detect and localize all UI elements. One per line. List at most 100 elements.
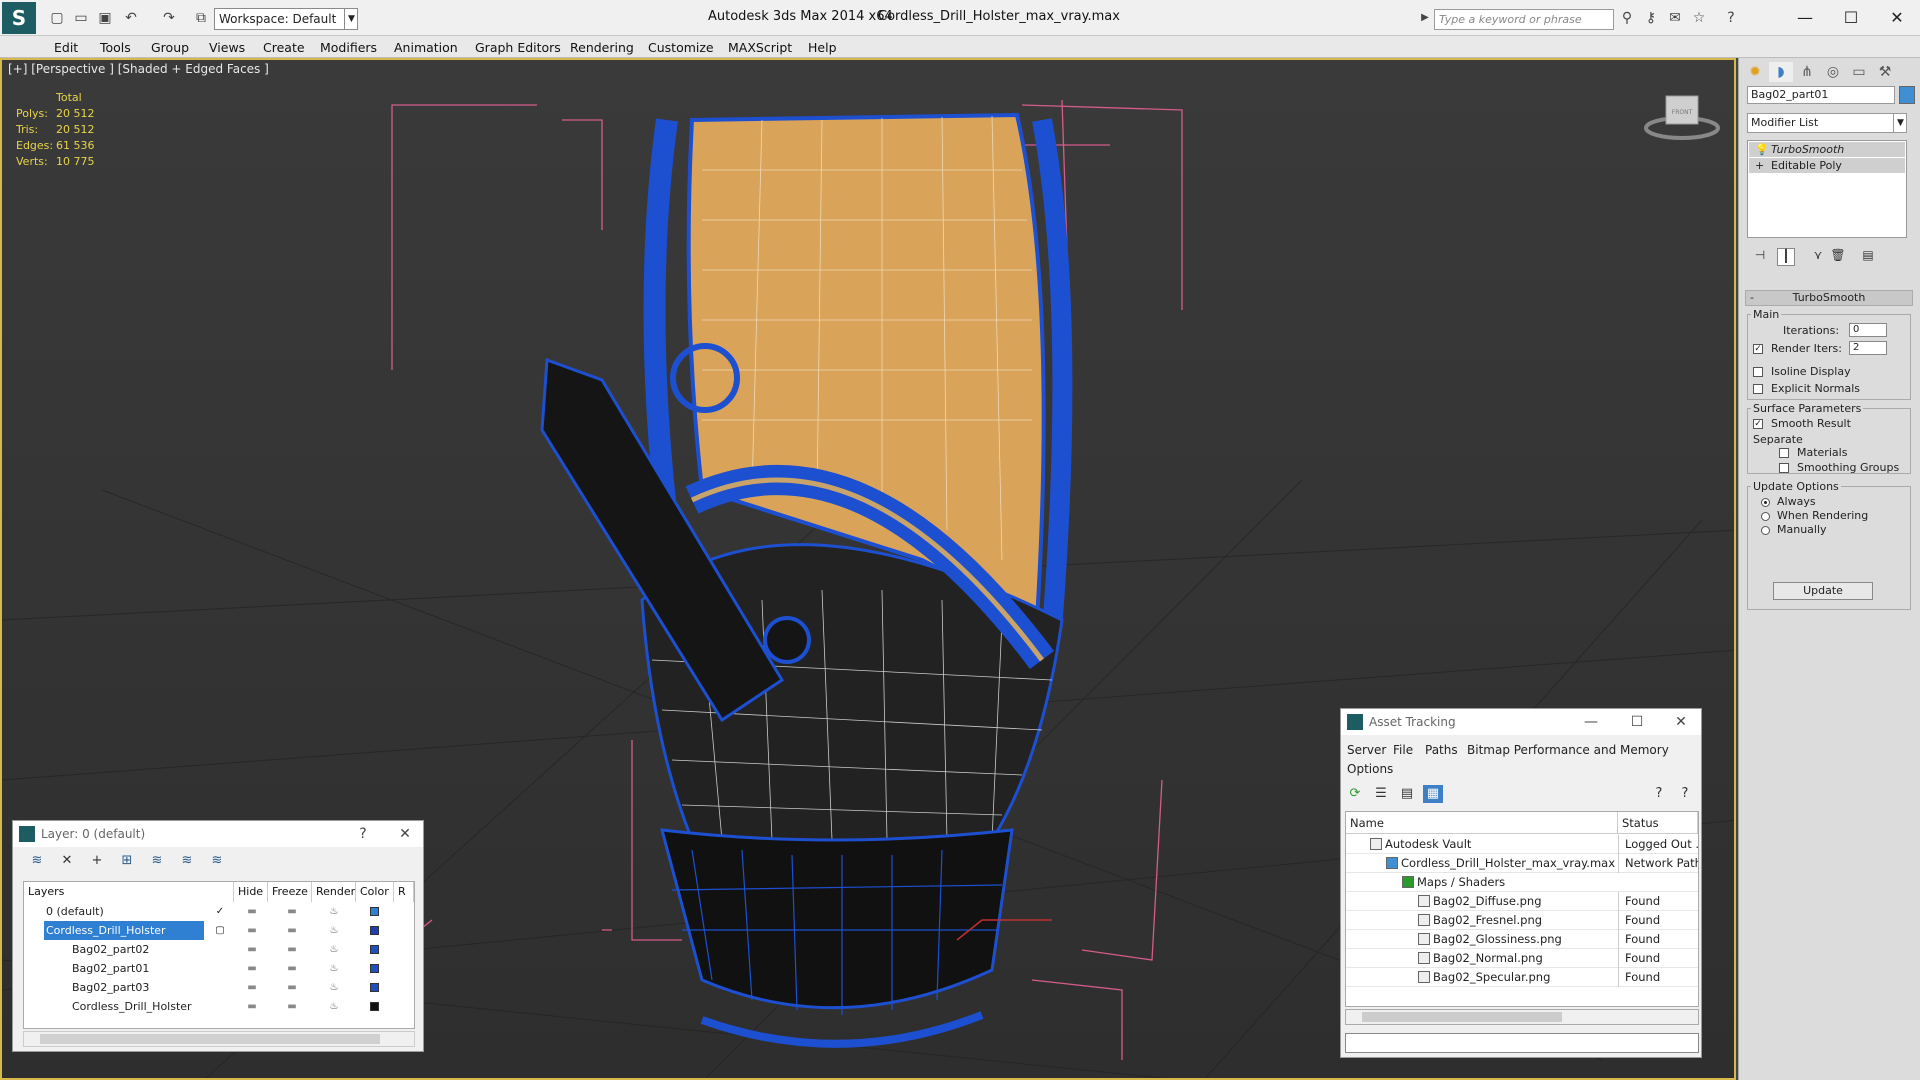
materials-checkbox[interactable] (1779, 448, 1789, 458)
communication-icon[interactable]: ✉ (1666, 9, 1684, 27)
render-teapot-icon[interactable]: ♨ (324, 902, 344, 921)
update-button[interactable]: Update (1773, 582, 1873, 600)
stack-item-editable-poly[interactable]: + Editable Poly (1749, 158, 1905, 173)
menu-views[interactable]: Views (209, 40, 245, 55)
menu-edit[interactable]: Edit (54, 40, 78, 55)
layer-object-name[interactable]: Cordless_Drill_Holster (70, 997, 192, 1016)
menu-customize[interactable]: Customize (648, 40, 714, 55)
asset-row[interactable]: Cordless_Drill_Holster_max_vray.max Netw… (1346, 854, 1698, 873)
chevron-down-icon[interactable]: ▼ (1893, 113, 1907, 133)
layer-object-name[interactable]: Bag02_part03 (70, 978, 149, 997)
menu-modifiers[interactable]: Modifiers (320, 40, 377, 55)
render-teapot-icon[interactable]: ♨ (324, 978, 344, 997)
freeze-toggle[interactable]: ▬ (282, 997, 302, 1016)
scrollbar-thumb[interactable] (1362, 1012, 1562, 1022)
hierarchy-tab-icon[interactable]: ⋔ (1795, 62, 1819, 82)
collapse-icon[interactable]: - (1750, 291, 1754, 305)
column-name[interactable]: Name (1346, 812, 1618, 834)
asset-menu-file[interactable]: File (1393, 743, 1413, 757)
asset-row[interactable]: Bag02_Glossiness.png Found (1346, 930, 1698, 949)
menu-graph-editors[interactable]: Graph Editors (475, 40, 561, 55)
minimize-button[interactable]: — (1581, 709, 1601, 735)
viewport-label[interactable]: [+] [Perspective ] [Shaded + Edged Faces… (8, 62, 269, 76)
scrollbar-thumb[interactable] (40, 1034, 380, 1044)
smooth-result-checkbox[interactable]: ✓ (1753, 419, 1763, 429)
layer-name[interactable]: Cordless_Drill_Holster (44, 921, 204, 940)
smoothing-groups-checkbox[interactable] (1779, 463, 1789, 473)
layer-color-swatch[interactable] (370, 983, 379, 992)
viewcube-icon[interactable]: FRONT (1642, 90, 1722, 142)
layer-color-swatch[interactable] (370, 1002, 379, 1011)
help-button[interactable]: ? (353, 821, 373, 847)
asset-row[interactable]: Autodesk Vault Logged Out ... (1346, 835, 1698, 854)
render-teapot-icon[interactable]: ♨ (324, 959, 344, 978)
menu-group[interactable]: Group (151, 40, 189, 55)
asset-row[interactable]: Bag02_Fresnel.png Found (1346, 911, 1698, 930)
layer-row[interactable]: Bag02_part01 ▬ ▬ ♨ (24, 959, 414, 978)
save-file-icon[interactable]: ▣ (96, 9, 114, 27)
remove-modifier-icon[interactable]: 🗑 (1829, 248, 1847, 266)
isoline-display-checkbox[interactable] (1753, 367, 1763, 377)
asset-help-icon[interactable]: ? (1649, 785, 1669, 803)
list-view-icon[interactable]: ☰ (1371, 785, 1391, 803)
configure-sets-icon[interactable]: ▤ (1859, 248, 1877, 266)
asset-menu-paths[interactable]: Paths (1425, 743, 1458, 757)
open-file-icon[interactable]: ▭ (72, 9, 90, 27)
hide-toggle[interactable]: ▬ (242, 902, 262, 921)
column-layers[interactable]: Layers (24, 882, 234, 902)
layer-color-swatch[interactable] (370, 945, 379, 954)
column-color[interactable]: Color (356, 882, 394, 902)
motion-tab-icon[interactable]: ◎ (1821, 62, 1845, 82)
key-icon[interactable]: ⚷ (1642, 9, 1660, 27)
hide-toggle[interactable]: ▬ (242, 959, 262, 978)
hide-toggle[interactable]: ▬ (242, 940, 262, 959)
menu-tools[interactable]: Tools (100, 40, 131, 55)
horizontal-scrollbar[interactable] (23, 1031, 415, 1047)
layer-row[interactable]: Bag02_part02 ▬ ▬ ♨ (24, 940, 414, 959)
highlight-layer-icon[interactable]: ≋ (147, 852, 167, 870)
layer-row[interactable]: 0 (default) ✓ ▬ ▬ ♨ (24, 902, 414, 921)
freeze-all-icon[interactable]: ≋ (207, 852, 227, 870)
new-file-icon[interactable]: ▢ (48, 9, 66, 27)
asset-row[interactable]: Bag02_Diffuse.png Found (1346, 892, 1698, 911)
pin-stack-icon[interactable]: ⊣ (1751, 248, 1769, 266)
table-view-icon[interactable]: ▦ (1423, 785, 1443, 803)
tree-view-icon[interactable]: ▤ (1397, 785, 1417, 803)
select-objects-icon[interactable]: ⊞ (117, 852, 137, 870)
close-icon[interactable]: ✕ (395, 821, 415, 847)
render-teapot-icon[interactable]: ♨ (324, 997, 344, 1016)
close-button[interactable]: ✕ (1874, 4, 1920, 32)
undo-icon[interactable]: ↶ (122, 9, 140, 27)
favorites-star-icon[interactable]: ☆ (1690, 9, 1708, 27)
layer-settings-icon[interactable]: ≋ (27, 852, 47, 870)
binoculars-icon[interactable]: ⚲ (1618, 9, 1636, 27)
layer-object-name[interactable]: Bag02_part02 (70, 940, 149, 959)
layer-row[interactable]: Bag02_part03 ▬ ▬ ♨ (24, 978, 414, 997)
horizontal-scrollbar[interactable] (1345, 1009, 1699, 1025)
freeze-toggle[interactable]: ▬ (282, 959, 302, 978)
hide-toggle[interactable]: ▬ (242, 997, 262, 1016)
object-color-swatch[interactable] (1899, 86, 1915, 104)
layer-object-name[interactable]: Bag02_part01 (70, 959, 149, 978)
maximize-button[interactable]: ☐ (1828, 4, 1874, 32)
freeze-toggle[interactable]: ▬ (282, 978, 302, 997)
render-teapot-icon[interactable]: ♨ (324, 940, 344, 959)
asset-row[interactable]: Bag02_Normal.png Found (1346, 949, 1698, 968)
asset-menu-bitmap-performance[interactable]: Bitmap Performance and Memory (1467, 743, 1669, 757)
active-layer-check-icon[interactable]: ✓ (210, 902, 230, 921)
layer-name[interactable]: 0 (default) (44, 902, 104, 921)
chevron-down-icon[interactable]: ▼ (344, 8, 358, 30)
stack-item-turbosmooth[interactable]: 💡 TurboSmooth (1749, 142, 1905, 157)
redo-icon[interactable]: ↷ (160, 9, 178, 27)
minimize-button[interactable]: — (1782, 4, 1828, 32)
workspace-dropdown[interactable]: Workspace: Default (214, 8, 358, 30)
menu-help[interactable]: Help (808, 40, 837, 55)
hide-toggle[interactable]: ▬ (242, 921, 262, 940)
modify-tab-icon[interactable]: ◗ (1769, 62, 1793, 82)
display-tab-icon[interactable]: ▭ (1847, 62, 1871, 82)
app-logo-icon[interactable]: S (2, 2, 36, 34)
maximize-button[interactable]: ☐ (1627, 709, 1647, 735)
render-iters-checkbox[interactable]: ✓ (1753, 344, 1763, 354)
asset-row[interactable]: Bag02_Specular.png Found (1346, 968, 1698, 987)
iterations-spinner[interactable]: 0 (1849, 323, 1887, 337)
